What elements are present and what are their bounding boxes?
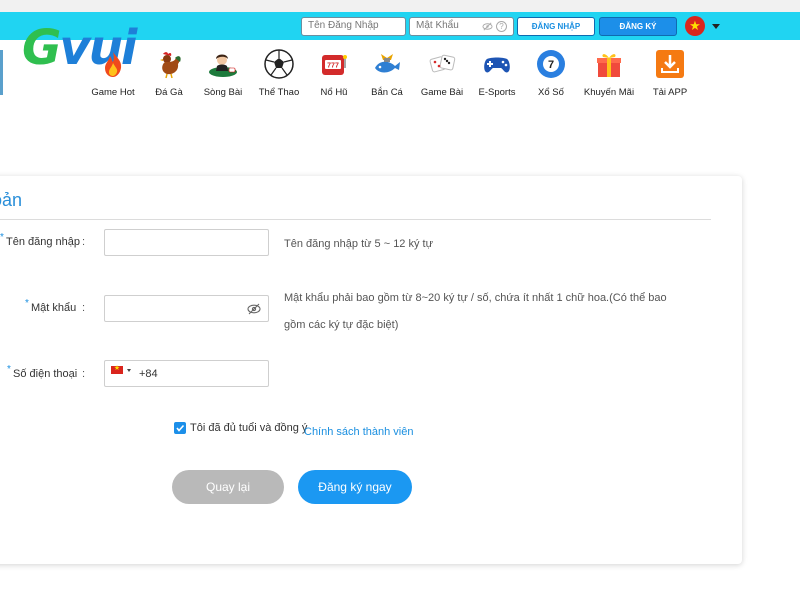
nav-label: Thể Thao	[258, 87, 300, 98]
nav-khuyen-mai[interactable]: Khuyến Mãi	[580, 48, 638, 98]
required-marker: *	[0, 232, 4, 243]
colon: :	[82, 302, 86, 314]
password-label: * Mật khẩu	[25, 298, 77, 314]
eye-slash-icon[interactable]	[482, 21, 493, 32]
logo-letter-g: G	[22, 20, 61, 76]
phone-label: * Số điện thoại	[7, 364, 78, 380]
browser-top-strip	[0, 0, 800, 12]
username-input[interactable]	[104, 229, 269, 256]
username-hint: Tên đăng nhập từ 5 ~ 12 ký tự	[284, 238, 433, 250]
nav-label: Game Bài	[420, 87, 464, 98]
phone-country-code: +84	[139, 368, 158, 380]
nav-game-hot[interactable]: Game Hot	[84, 48, 142, 98]
login-button[interactable]: ĐĂNG NHẬP	[517, 17, 595, 36]
nav-xo-so[interactable]: 7 Xổ Số	[522, 48, 580, 98]
phone-input[interactable]	[104, 360, 269, 387]
password-hint-line2: gồm các ký tự đặc biệt)	[284, 319, 399, 331]
dice-icon	[429, 54, 456, 73]
help-icon[interactable]: ?	[496, 21, 507, 32]
colon: :	[82, 368, 86, 380]
nav-ban-ca[interactable]: Bắn Cá	[358, 48, 416, 98]
password-label-text: Mật khẩu	[31, 302, 77, 314]
fire-icon	[105, 52, 122, 77]
fish-shooting-icon	[375, 54, 400, 73]
nav-game-bai[interactable]: Game Bài	[413, 48, 471, 98]
divider	[0, 219, 711, 220]
password-input[interactable]	[104, 295, 269, 322]
register-button[interactable]: ĐĂNG KÝ	[599, 17, 677, 36]
nav-label: Sòng Bài	[203, 87, 243, 98]
top-username-input[interactable]: Tên Đăng Nhập	[301, 17, 406, 36]
gift-icon	[597, 54, 621, 77]
nav-song-bai[interactable]: Sòng Bài	[194, 48, 252, 98]
agree-text: Tôi đã đủ tuổi và đồng ý	[190, 422, 308, 434]
chevron-down-icon[interactable]	[712, 24, 720, 29]
dealer-icon	[209, 54, 237, 77]
nav-da-ga[interactable]: Đá Gà	[140, 48, 198, 98]
check-icon	[176, 424, 185, 432]
rooster-icon	[160, 52, 181, 79]
password-hint-line1: Mật khẩu phải bao gồm từ 8~20 ký tự / số…	[284, 292, 667, 304]
required-marker: *	[25, 298, 29, 309]
register-now-button[interactable]: Đăng ký ngay	[298, 470, 412, 504]
username-label-text: Tên đăng nhập	[6, 236, 81, 248]
chevron-down-icon[interactable]	[127, 369, 131, 372]
nav-label: Khuyến Mãi	[583, 87, 635, 98]
nav-label: Xổ Số	[538, 87, 564, 98]
nav-no-hu[interactable]: 777 Nổ Hũ	[305, 48, 363, 98]
page-title: oản	[0, 190, 23, 210]
nav-tai-app[interactable]: Tải APP	[641, 48, 699, 98]
left-edge-decoration	[0, 50, 3, 95]
agree-checkbox[interactable]	[174, 422, 186, 434]
nav-the-thao[interactable]: Thể Thao	[250, 48, 308, 98]
slot-machine-icon: 777	[322, 55, 347, 75]
soccer-ball-icon	[264, 49, 294, 79]
download-icon	[656, 50, 684, 78]
gamepad-icon	[484, 57, 510, 73]
nav-label: Tải APP	[652, 87, 688, 98]
slot-number-text: 777	[327, 63, 339, 70]
required-marker: *	[7, 364, 11, 375]
nav-label: Nổ Hũ	[320, 87, 348, 98]
vietnam-flag-icon[interactable]: ★	[685, 16, 705, 36]
nav-label: Game Hot	[91, 87, 135, 98]
back-button[interactable]: Quay lại	[172, 470, 284, 504]
nav-label: Bắn Cá	[371, 87, 403, 98]
eye-slash-icon[interactable]	[247, 302, 261, 316]
colon: :	[82, 236, 86, 248]
nav-label: E-Sports	[478, 87, 516, 98]
nav-e-sports[interactable]: E-Sports	[468, 48, 526, 98]
member-policy-link[interactable]: Chính sách thành viên	[304, 426, 413, 438]
phone-label-text: Số điện thoại	[13, 368, 78, 380]
nav-label: Đá Gà	[155, 87, 183, 98]
username-label: * Tên đăng nhập	[0, 232, 81, 248]
lottery-ball-icon: 7	[537, 50, 565, 78]
vietnam-flag-icon[interactable]: ★	[111, 365, 123, 374]
lottery-number-text: 7	[548, 59, 554, 71]
